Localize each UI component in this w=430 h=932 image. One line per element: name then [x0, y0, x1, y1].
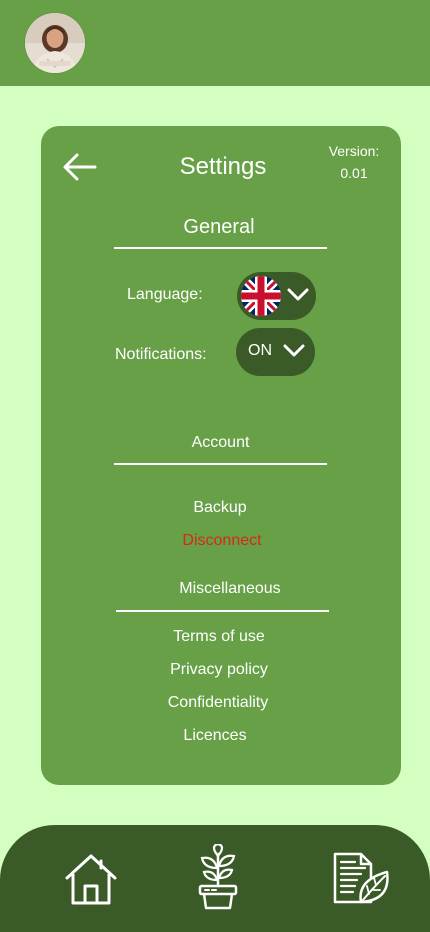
language-label: Language:	[127, 286, 203, 303]
account-divider	[114, 463, 327, 465]
backup-link[interactable]: Backup	[120, 498, 320, 518]
notifications-label: Notifications:	[115, 346, 207, 363]
section-title-miscellaneous: Miscellaneous	[179, 580, 281, 597]
misc-divider	[116, 610, 329, 612]
nav-home-button[interactable]	[63, 852, 119, 911]
privacy-link[interactable]: Privacy policy	[119, 660, 319, 680]
general-divider	[114, 247, 327, 249]
language-select[interactable]	[237, 272, 316, 320]
plant-pot-icon	[198, 842, 238, 910]
terms-link[interactable]: Terms of use	[119, 627, 319, 647]
uk-flag-icon	[241, 276, 281, 316]
version-value: 0.01	[340, 165, 368, 181]
avatar[interactable]	[25, 13, 85, 73]
notifications-select[interactable]: ON	[236, 328, 315, 376]
section-title-general: General	[183, 216, 255, 238]
section-title-account: Account	[191, 434, 250, 451]
top-bar	[0, 0, 430, 86]
nav-notes-button[interactable]	[331, 850, 391, 911]
confidentiality-link[interactable]: Confidentiality	[118, 693, 318, 713]
arrow-left-icon	[63, 153, 97, 181]
chevron-down-icon	[287, 288, 309, 301]
back-button[interactable]	[62, 151, 98, 183]
chevron-down-icon	[283, 344, 305, 357]
home-icon	[65, 854, 117, 905]
page-title: Settings	[179, 153, 267, 180]
nav-plant-button[interactable]	[196, 842, 240, 915]
licences-link[interactable]: Licences	[115, 726, 315, 746]
document-leaf-icon	[333, 852, 389, 904]
disconnect-link[interactable]: Disconnect	[122, 531, 322, 551]
version-label: Version:	[328, 143, 380, 159]
notifications-value: ON	[248, 342, 272, 359]
bottom-nav	[0, 825, 430, 932]
